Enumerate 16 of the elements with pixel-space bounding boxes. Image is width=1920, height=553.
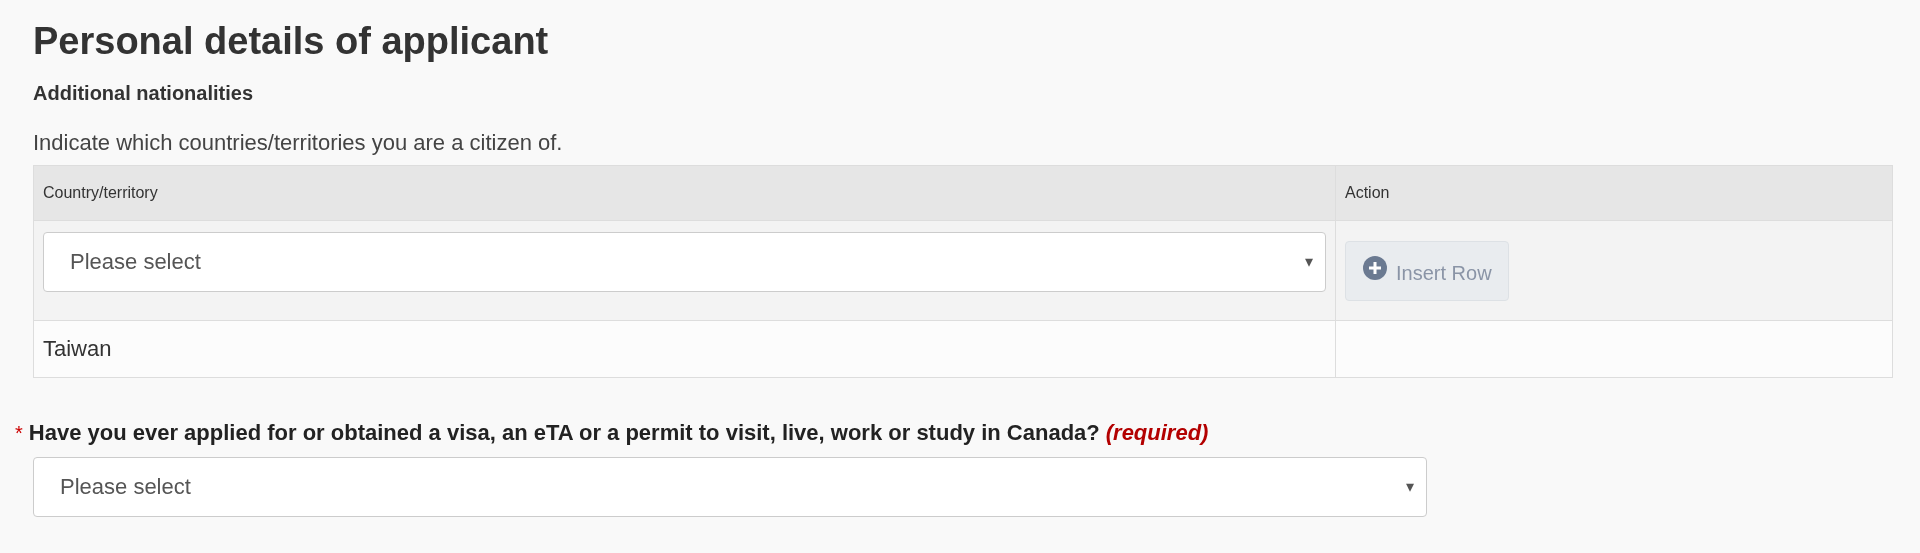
caret-icon: ▾ — [1305, 249, 1313, 274]
page-heading: Personal details of applicant — [33, 19, 550, 64]
section-title: Additional nationalities — [33, 80, 254, 106]
instruction-text: Indicate which countries/territories you are a citizen of. — [33, 128, 564, 157]
required-asterisk: * — [15, 420, 23, 446]
select-field[interactable]: Please select ▾ — [43, 231, 1326, 292]
column-header: Country/territory — [34, 165, 1336, 220]
column-header: Action — [1344, 182, 1391, 203]
select-placeholder: Please select — [70, 248, 201, 276]
select-placeholder: Please select — [60, 473, 191, 501]
table-cell: Taiwan — [34, 320, 1336, 377]
caret-icon: ▾ — [1406, 474, 1414, 499]
required-note: (required) — [1105, 418, 1209, 447]
plus-circle-icon — [1362, 254, 1388, 281]
question-label: Have you ever applied for or obtained a visa, an eTA or a permit to visit, live, work or study in Canada? — [28, 418, 1100, 447]
select-field[interactable]: Please select ▾ — [33, 456, 1427, 517]
